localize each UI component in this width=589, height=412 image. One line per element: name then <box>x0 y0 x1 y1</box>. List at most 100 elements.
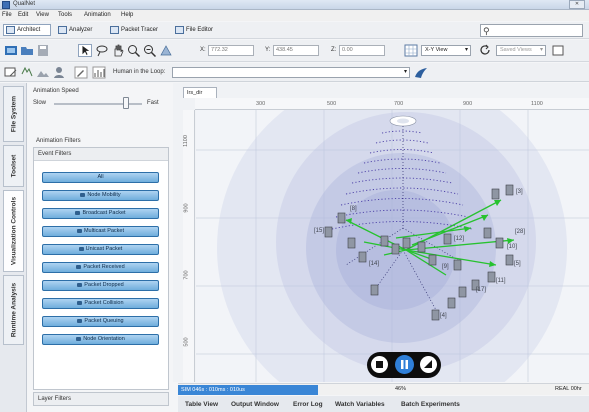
save-icon[interactable] <box>36 44 50 57</box>
z-coord-field[interactable]: 0.00 <box>339 45 385 56</box>
event-filters-header[interactable]: Event Filters <box>34 148 168 161</box>
packet-received-icon <box>76 264 82 269</box>
packet-dropped-icon <box>77 282 83 287</box>
grid-view-icon[interactable] <box>404 44 418 57</box>
lasso-icon[interactable] <box>95 44 109 57</box>
view-select[interactable]: X-Y View ▾ <box>421 45 471 56</box>
send-command-icon[interactable] <box>414 66 428 79</box>
z-coord-label: Z: <box>331 47 337 53</box>
close-window-button[interactable]: ✕ <box>569 0 585 9</box>
node-label: [10] <box>507 244 517 250</box>
tab-batch-experiments[interactable]: Batch Experiments <box>398 399 463 412</box>
user-icon[interactable] <box>52 66 66 79</box>
animation-filters-box: Event Filters All Node Mobility Broadcas… <box>33 147 169 390</box>
node-label: [4] <box>440 313 447 319</box>
qualnet-logo-icon <box>2 1 10 9</box>
x-coord-field[interactable]: 772.32 <box>208 45 254 56</box>
tab-output-window[interactable]: Output Window <box>228 399 282 412</box>
layers-icon[interactable] <box>4 66 18 79</box>
filter-broadcast-packet-button[interactable]: Broadcast Packet <box>42 208 159 219</box>
select-arrow-icon[interactable] <box>78 44 92 57</box>
filter-node-orientation-button[interactable]: Node Orientation <box>42 334 159 345</box>
event-filters-label: Event Filters <box>38 151 72 157</box>
analyzer-tab[interactable]: Analyzer <box>55 24 103 36</box>
new-scenario-icon[interactable] <box>4 44 18 57</box>
menu-view[interactable]: View <box>36 12 49 18</box>
tab-scenario[interactable]: Irs_dir <box>183 87 217 98</box>
view-select-value: X-Y View <box>425 47 448 53</box>
network-canvas[interactable]: [3] [8] [15] [14] [12] [10] [28] [5] [11… <box>196 110 589 382</box>
menu-tools[interactable]: Tools <box>58 12 72 18</box>
filter-packet-queuing-button[interactable]: Packet Queuing <box>42 316 159 327</box>
filter-packet-dropped-button[interactable]: Packet Dropped <box>42 280 159 291</box>
tab-visualization-controls[interactable]: Visualization Controls <box>3 190 24 272</box>
scenario-canvas-area: Irs_dir 300 500 700 900 1100 1100 900 70… <box>173 83 589 382</box>
filter-multicast-packet-button[interactable]: Multicast Packet <box>42 226 159 237</box>
tab-watch-variables[interactable]: Watch Variables <box>332 399 388 412</box>
rotate-view-icon[interactable] <box>159 44 173 57</box>
tab-file-system-label: File System <box>10 95 17 133</box>
human-in-loop-input[interactable]: ▾ <box>172 67 410 78</box>
zoom-out-icon[interactable] <box>143 44 157 57</box>
menu-help[interactable]: Help <box>121 12 133 18</box>
architect-tab[interactable]: Architect <box>3 24 51 36</box>
filter-packet-dropped-label: Packet Dropped <box>84 282 124 288</box>
zoom-in-icon[interactable] <box>127 44 141 57</box>
pause-button[interactable] <box>395 355 414 374</box>
search-icon: ⚲ <box>483 26 490 36</box>
edit-icon[interactable] <box>74 66 88 79</box>
pan-hand-icon[interactable] <box>111 44 125 57</box>
side-tabs: File System Toolset Visualization Contro… <box>0 83 27 412</box>
weather-icon[interactable] <box>20 66 34 79</box>
ruler-tick: 900 <box>183 203 190 213</box>
y-coord-label: Y: <box>265 47 271 53</box>
filter-packet-received-button[interactable]: Packet Received <box>42 262 159 273</box>
slow-label: Slow <box>33 100 47 106</box>
search-input[interactable]: ⚲ <box>480 24 583 37</box>
simulation-progress-bar: SIM 046s : 010ms : 010us <box>178 385 318 395</box>
tab-error-log[interactable]: Error Log <box>290 399 326 412</box>
left-ruler: 1100 900 700 500 <box>183 110 195 382</box>
statistics-icon[interactable] <box>92 66 106 79</box>
stop-button[interactable] <box>371 356 388 373</box>
filter-all-button[interactable]: All <box>42 172 159 183</box>
menu-file[interactable]: File <box>2 12 12 18</box>
filter-packet-collision-button[interactable]: Packet Collision <box>42 298 159 309</box>
title-bar: QualNet ✕ <box>0 0 589 10</box>
terrain-icon[interactable] <box>36 66 50 79</box>
top-ruler: 300 500 700 900 1100 <box>195 98 589 110</box>
menu-animation[interactable]: Animation <box>84 12 111 18</box>
satellite-node[interactable] <box>389 115 417 127</box>
ruler-tick: 500 <box>183 337 190 347</box>
saved-views-select[interactable]: Saved Views ▾ <box>496 45 546 56</box>
step-forward-button[interactable] <box>420 356 437 373</box>
pause-icon <box>401 360 408 369</box>
chevron-down-icon: ▾ <box>403 69 407 75</box>
tab-runtime-analysis[interactable]: Runtime Analysis <box>3 275 24 345</box>
packet-queuing-icon <box>77 318 83 323</box>
open-folder-icon[interactable] <box>20 44 34 57</box>
filter-node-mobility-button[interactable]: Node Mobility <box>42 190 159 201</box>
playback-controls <box>367 352 441 378</box>
menu-edit[interactable]: Edit <box>18 12 28 18</box>
y-coord-field[interactable]: 438.45 <box>273 45 319 56</box>
refresh-view-icon[interactable] <box>478 44 492 57</box>
layer-filters-header[interactable]: Layer Filters <box>33 392 169 406</box>
packet-tracer-tab[interactable]: Packet Tracer <box>107 24 169 36</box>
node-label: [3] <box>516 189 523 195</box>
chevron-down-icon: ▾ <box>464 47 468 53</box>
animation-speed-slider-thumb[interactable] <box>123 97 130 109</box>
progress-percent: 46% <box>395 386 407 392</box>
tab-file-system[interactable]: File System <box>3 86 24 142</box>
tab-toolset-label: Toolset <box>10 154 17 178</box>
tab-toolset[interactable]: Toolset <box>3 145 24 187</box>
broadcast-packet-icon <box>75 210 81 215</box>
architect-icon <box>6 26 15 34</box>
ruler-tick: 900 <box>463 101 473 107</box>
tab-table-view[interactable]: Table View <box>182 399 221 412</box>
filter-unicast-packet-button[interactable]: Unicast Packet <box>42 244 159 255</box>
save-view-icon[interactable] <box>551 44 565 57</box>
file-editor-tab[interactable]: File Editor <box>172 24 228 36</box>
real-time: REAL 00hr <box>555 386 582 392</box>
ruler-tick: 1100 <box>531 101 543 107</box>
